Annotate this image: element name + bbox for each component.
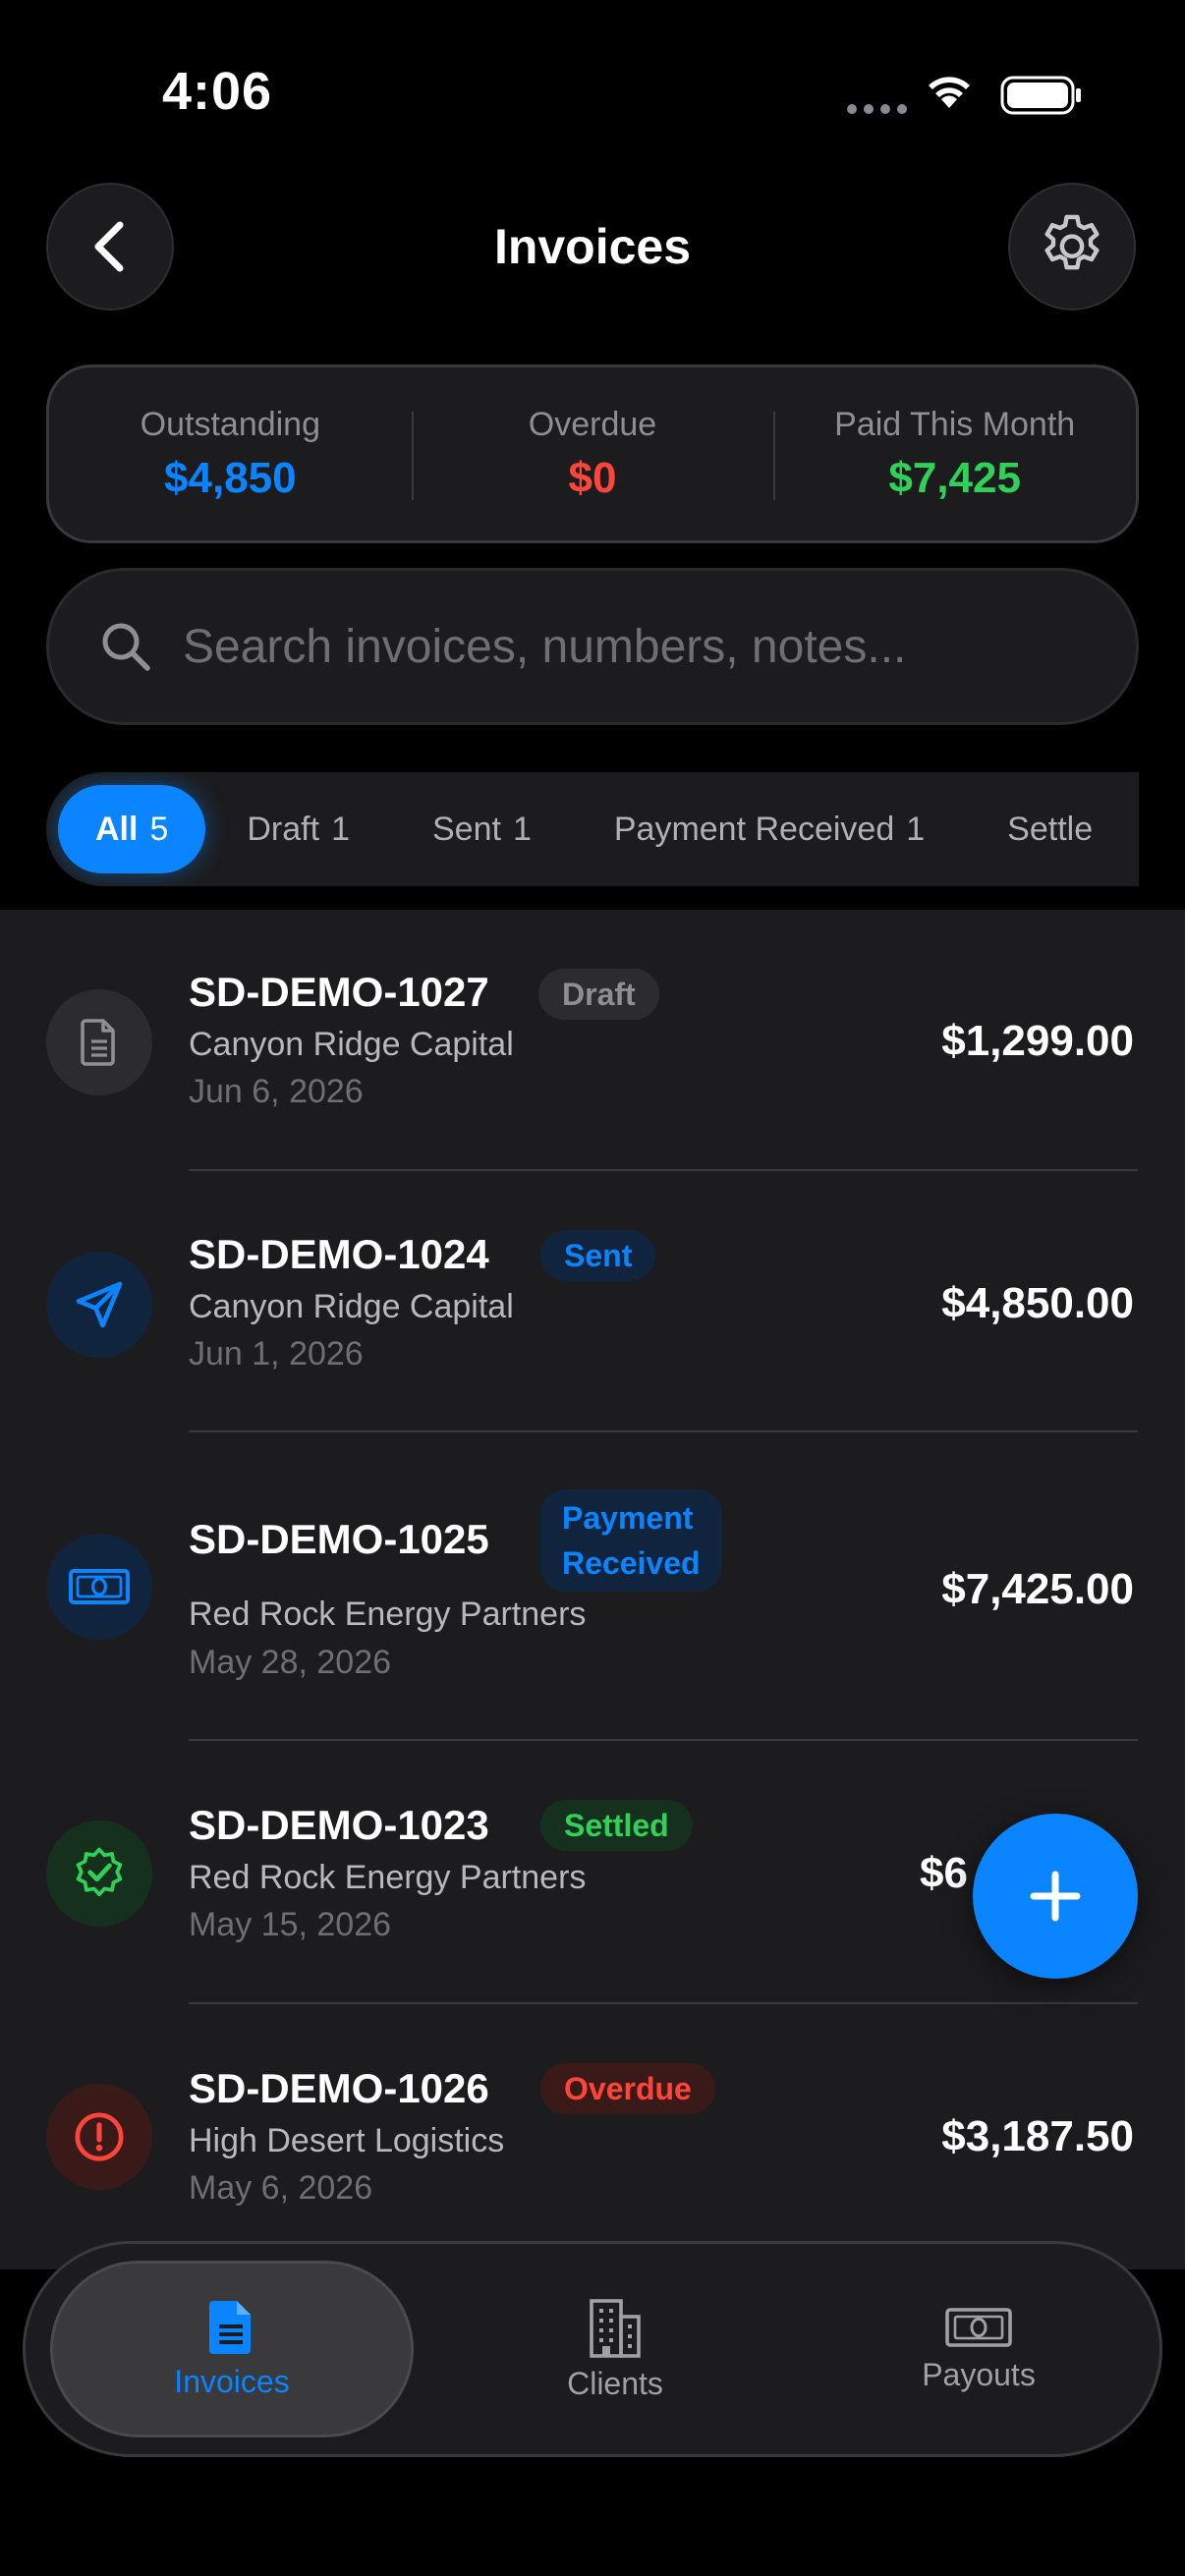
invoice-amount: $7,425.00 <box>941 1565 1134 1613</box>
filter-chip-sent[interactable]: Sent 1 <box>391 785 573 873</box>
document-icon <box>46 989 152 1095</box>
status-badge: Sent <box>540 1230 656 1281</box>
tab-clients[interactable]: Clients <box>458 2261 772 2437</box>
filter-chip-settled[interactable]: Settle <box>966 785 1139 873</box>
stat-value: $7,425 <box>888 453 1021 502</box>
client-name: Canyon Ridge Capital <box>189 1288 514 1325</box>
tab-payouts[interactable]: Payouts <box>812 2261 1146 2437</box>
plus-icon <box>1030 1871 1081 1922</box>
invoice-row[interactable]: SD-DEMO-1024 Sent Canyon Ridge Capital J… <box>0 1171 1185 1434</box>
filter-chip-all[interactable]: All 5 <box>58 785 206 873</box>
invoice-date: May 28, 2026 <box>189 1644 392 1681</box>
invoice-date: May 6, 2026 <box>189 2169 373 2207</box>
tab-label: Invoices <box>174 2363 290 2399</box>
invoice-date: May 15, 2026 <box>189 1906 392 1943</box>
invoice-row[interactable]: SD-DEMO-1026 Overdue High Desert Logisti… <box>0 2006 1185 2269</box>
chip-count: 1 <box>906 810 926 848</box>
summary-card: Outstanding $4,850 Overdue $0 Paid This … <box>46 364 1139 543</box>
status-badge-line: Received <box>562 1545 701 1581</box>
tab-label: Clients <box>567 2365 663 2401</box>
search-icon <box>102 623 150 671</box>
status-badge: Draft <box>538 969 659 1020</box>
banknote-icon <box>945 2307 1012 2347</box>
chip-count: 1 <box>331 810 350 848</box>
client-name: Canyon Ridge Capital <box>189 1026 514 1063</box>
filter-chip-payment-received[interactable]: Payment Received 1 <box>573 785 966 873</box>
search-bar[interactable]: Search invoices, numbers, notes... <box>46 568 1139 725</box>
status-badge-line: Payment <box>562 1500 694 1536</box>
stat-label: Overdue <box>528 405 657 443</box>
exclamation-icon <box>46 2084 152 2190</box>
filter-bar: All 5 Draft 1 Sent 1 Payment Received 1 … <box>46 772 1139 886</box>
battery-icon <box>1000 76 1081 115</box>
gear-icon <box>1044 214 1100 270</box>
banknote-icon <box>46 1534 152 1640</box>
stat-overdue: Overdue $0 <box>411 367 774 540</box>
status-badge: Settled <box>540 1800 693 1851</box>
status-time: 4:06 <box>162 62 273 121</box>
stat-value: $0 <box>568 453 617 502</box>
filter-chip-draft[interactable]: Draft 1 <box>205 785 391 873</box>
chip-label: All <box>95 810 139 848</box>
invoice-number: SD-DEMO-1024 <box>189 1231 489 1277</box>
cellular-signal-icon <box>847 104 907 114</box>
invoice-number: SD-DEMO-1026 <box>189 2065 489 2111</box>
chip-label: Settle <box>1007 810 1094 848</box>
stat-label: Outstanding <box>140 405 321 443</box>
invoice-date: Jun 6, 2026 <box>189 1073 364 1110</box>
invoice-date: Jun 1, 2026 <box>189 1335 364 1372</box>
invoice-amount: $4,850.00 <box>941 1279 1134 1327</box>
document-icon <box>209 2300 251 2354</box>
client-name: Red Rock Energy Partners <box>189 1859 587 1896</box>
invoice-number: SD-DEMO-1025 <box>189 1516 489 1562</box>
invoice-row[interactable]: SD-DEMO-1027 Draft Canyon Ridge Capital … <box>0 910 1185 1171</box>
stat-label: Paid This Month <box>834 405 1076 443</box>
stat-outstanding: Outstanding $4,850 <box>49 367 412 540</box>
stat-value: $4,850 <box>164 453 297 502</box>
search-input[interactable]: Search invoices, numbers, notes... <box>183 620 906 674</box>
chip-label: Draft <box>247 810 320 848</box>
chip-count: 1 <box>512 810 532 848</box>
add-invoice-button[interactable] <box>973 1814 1138 1979</box>
invoice-row[interactable]: SD-DEMO-1025 Payment Received Red Rock E… <box>0 1434 1185 1743</box>
invoice-amount: $1,299.00 <box>941 1017 1134 1065</box>
chip-label: Sent <box>431 810 501 848</box>
client-name: Red Rock Energy Partners <box>189 1596 587 1633</box>
row-divider <box>189 2002 1138 2004</box>
invoice-amount: $3,187.50 <box>941 2112 1134 2160</box>
row-divider <box>189 1739 1138 1741</box>
status-badge: Overdue <box>540 2063 715 2114</box>
invoice-list: SD-DEMO-1027 Draft Canyon Ridge Capital … <box>0 910 1185 2269</box>
chip-label: Payment Received <box>613 810 895 848</box>
settings-button[interactable] <box>1008 183 1136 310</box>
stat-paid-this-month: Paid This Month $7,425 <box>773 367 1136 540</box>
paper-plane-icon <box>46 1252 152 1358</box>
building-icon <box>590 2298 641 2358</box>
wifi-icon <box>929 77 970 108</box>
tab-label: Payouts <box>922 2356 1036 2392</box>
invoice-number: SD-DEMO-1027 <box>189 969 489 1015</box>
tab-bar: Invoices Clients Payouts <box>23 2241 1162 2457</box>
status-badge: Payment Received <box>540 1489 722 1592</box>
checkmark-seal-icon <box>46 1820 152 1927</box>
row-divider <box>189 1430 1138 1432</box>
client-name: High Desert Logistics <box>189 2122 505 2159</box>
invoice-amount: $6 <box>920 1849 968 1897</box>
chip-count: 5 <box>149 810 169 848</box>
invoice-number: SD-DEMO-1023 <box>189 1802 489 1848</box>
tab-invoices[interactable]: Invoices <box>50 2261 414 2437</box>
